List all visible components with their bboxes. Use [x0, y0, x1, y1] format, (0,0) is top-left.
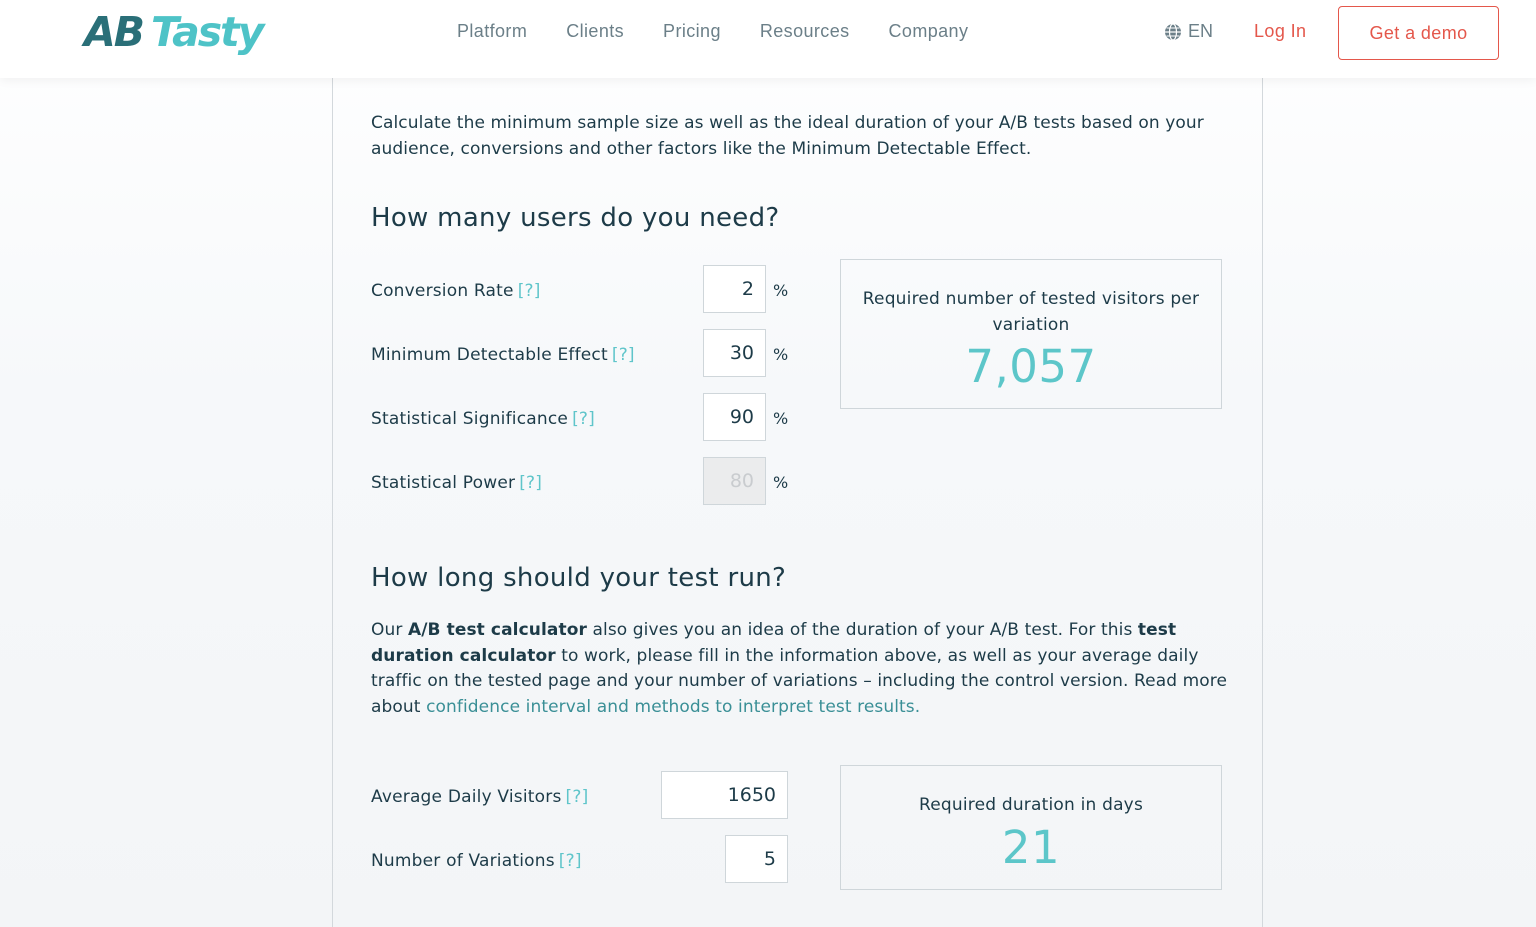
duration-description: Our A/B test calculator also gives you a… [371, 618, 1231, 720]
field-label: Number of Variations [371, 851, 555, 871]
power-label: Statistical Power [?] [371, 473, 542, 493]
percent-unit: % [773, 409, 789, 428]
help-link[interactable]: [?] [572, 409, 595, 429]
get-demo-button[interactable]: Get a demo [1338, 6, 1499, 60]
main-nav: Platform Clients Pricing Resources Compa… [457, 21, 1007, 42]
confidence-interval-link[interactable]: confidence interval and methods to inter… [426, 697, 920, 717]
percent-unit: % [773, 345, 789, 364]
field-label: Statistical Significance [371, 409, 569, 429]
help-link[interactable]: [?] [566, 787, 589, 807]
visitors-result-value: 7,057 [965, 340, 1097, 393]
mde-label: Minimum Detectable Effect [?] [371, 345, 635, 365]
visitors-result-box: Required number of tested visitors per v… [840, 259, 1222, 409]
field-label: Statistical Power [371, 473, 516, 493]
logo-tasty: Tasty [150, 8, 264, 56]
nav-platform[interactable]: Platform [457, 21, 527, 42]
para-bold: A/B test calculator [407, 620, 587, 640]
conversion-rate-label: Conversion Rate [?] [371, 281, 541, 301]
daily-visitors-label: Average Daily Visitors [?] [371, 787, 588, 807]
section-duration-title: How long should your test run? [371, 563, 787, 593]
duration-result-label: Required duration in days [918, 795, 1144, 815]
field-label: Minimum Detectable Effect [371, 345, 608, 365]
help-link[interactable]: [?] [559, 851, 582, 871]
variations-label: Number of Variations [?] [371, 851, 582, 871]
site-header: AB Tasty Platform Clients Pricing Resourc… [0, 0, 1536, 78]
ab-tasty-logo[interactable]: AB Tasty [84, 8, 264, 58]
section-users-title: How many users do you need? [371, 203, 780, 233]
field-label: Conversion Rate [371, 281, 514, 301]
visitors-result-label: Required number of tested visitors per v… [862, 289, 1200, 335]
percent-unit: % [773, 281, 789, 300]
login-link[interactable]: Log In [1254, 21, 1306, 42]
help-link[interactable]: [?] [612, 345, 635, 365]
mde-input[interactable] [703, 329, 766, 377]
duration-result-box: Required duration in days 21 [840, 765, 1222, 890]
language-selector[interactable]: EN [1164, 21, 1213, 42]
significance-input[interactable] [703, 393, 766, 441]
globe-icon [1165, 22, 1181, 41]
para-text: Our [371, 620, 408, 640]
nav-clients[interactable]: Clients [566, 21, 624, 42]
conversion-rate-input[interactable] [703, 265, 766, 313]
nav-resources[interactable]: Resources [760, 21, 850, 42]
duration-result-value: 21 [1001, 820, 1061, 874]
percent-unit: % [773, 473, 789, 492]
logo-ab: AB [84, 8, 145, 56]
language-label: EN [1188, 21, 1214, 41]
daily-visitors-input[interactable] [661, 771, 788, 819]
power-input [703, 457, 766, 505]
help-link[interactable]: [?] [518, 281, 541, 301]
variations-input[interactable] [725, 835, 788, 883]
help-link[interactable]: [?] [519, 473, 542, 493]
intro-text: Calculate the minimum sample size as wel… [371, 113, 1204, 159]
significance-label: Statistical Significance [?] [371, 409, 595, 429]
nav-pricing[interactable]: Pricing [663, 21, 721, 42]
field-label: Average Daily Visitors [371, 787, 562, 807]
nav-company[interactable]: Company [889, 21, 969, 42]
para-text: also gives you an idea of the duration o… [586, 620, 1138, 640]
